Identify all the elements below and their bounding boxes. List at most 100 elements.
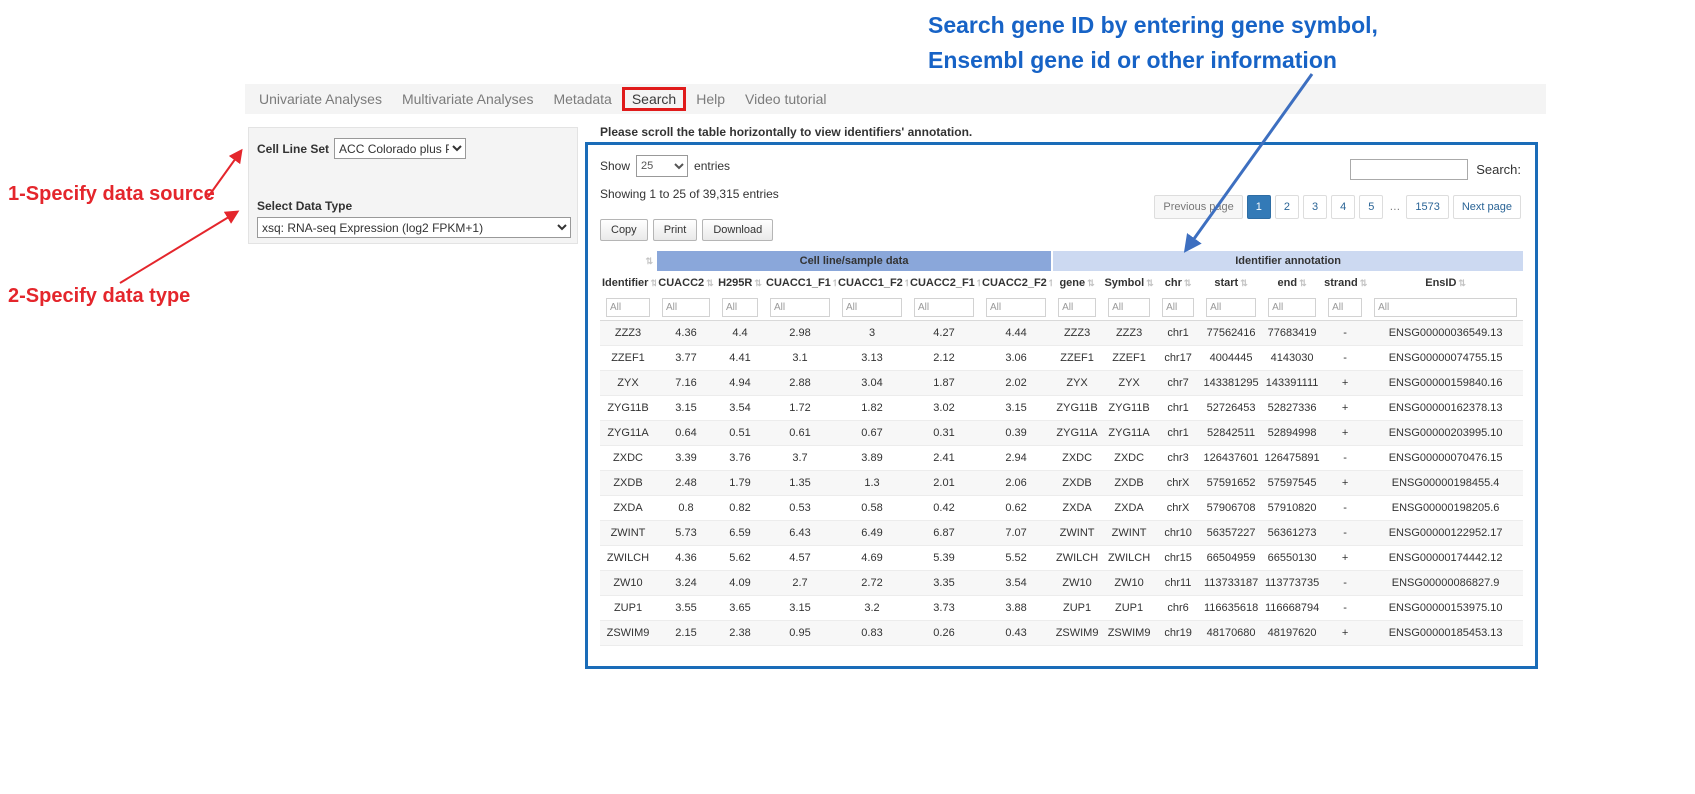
page-button-1573[interactable]: 1573 [1406,195,1448,219]
next-page-button[interactable]: Next page [1453,195,1521,219]
cell: 3.55 [656,596,716,621]
table-row: ZYG11B3.153.541.721.823.023.15ZYG11BZYG1… [600,396,1523,421]
cell: + [1322,371,1368,396]
cell-line-set-select[interactable]: ACC Colorado plus PDX [334,138,466,159]
column-header-start[interactable]: start⇅ [1200,271,1262,295]
column-filter-input-h295r[interactable] [722,298,758,317]
cell: 113773735 [1262,571,1322,596]
search-annotation-line1: Search gene ID by entering gene symbol, [928,8,1488,43]
nav-video-tutorial[interactable]: Video tutorial [735,87,836,111]
column-filter-input-chr[interactable] [1162,298,1194,317]
cell: 66550130 [1262,546,1322,571]
cell: 4.94 [716,371,764,396]
cell: ZZEF1 [1102,346,1156,371]
cell: 2.15 [656,621,716,646]
cell: 3.15 [764,596,836,621]
cell: + [1322,471,1368,496]
column-header-ensid[interactable]: EnsID⇅ [1368,271,1523,295]
cell: chrX [1156,496,1200,521]
cell: 143391111 [1262,371,1322,396]
copy-button[interactable]: Copy [600,219,648,241]
nav-search[interactable]: Search [622,87,686,111]
column-header-cuacc2_f2[interactable]: CUACC2_F2⇅ [980,271,1052,295]
column-header-cuacc2_f1[interactable]: CUACC2_F1⇅ [908,271,980,295]
nav-univariate-analyses[interactable]: Univariate Analyses [249,87,392,111]
sort-icon: ⇅ [833,278,836,288]
cell: ZZEF1 [600,346,656,371]
cell: 2.02 [980,371,1052,396]
previous-page-button[interactable]: Previous page [1154,195,1242,219]
page-button-3[interactable]: 3 [1303,195,1327,219]
cell: chr7 [1156,371,1200,396]
cell: 3.77 [656,346,716,371]
column-header-symbol[interactable]: Symbol⇅ [1102,271,1156,295]
cell: 52827336 [1262,396,1322,421]
page-length-select[interactable]: 25 [636,155,688,177]
column-filter-input-gene[interactable] [1058,298,1096,317]
column-header-strand[interactable]: strand⇅ [1322,271,1368,295]
column-filter-input-strand[interactable] [1328,298,1362,317]
column-filter-input-start[interactable] [1206,298,1256,317]
column-header-chr[interactable]: chr⇅ [1156,271,1200,295]
page-button-4[interactable]: 4 [1331,195,1355,219]
cell: 0.58 [836,496,908,521]
cell: chr11 [1156,571,1200,596]
table-search-input[interactable] [1350,159,1468,180]
data-type-select[interactable]: xsq: RNA-seq Expression (log2 FPKM+1) [257,217,571,238]
cell: ENSG00000086827.9 [1368,571,1523,596]
table-row: ZZZ34.364.42.9834.274.44ZZZ3ZZZ3chr17756… [600,321,1523,346]
cell: 3.89 [836,446,908,471]
page-button-1[interactable]: 1 [1247,195,1271,219]
sort-icon: ⇅ [1360,278,1368,288]
cell: ZSWIM9 [1052,621,1102,646]
group-header-cell-line-data: Cell line/sample data [656,251,1052,271]
cell: - [1322,571,1368,596]
cell: 1.87 [908,371,980,396]
cell: chr3 [1156,446,1200,471]
cell: ZZZ3 [600,321,656,346]
top-navigation: Univariate Analyses Multivariate Analyse… [245,84,1546,114]
cell: 0.61 [764,421,836,446]
nav-multivariate-analyses[interactable]: Multivariate Analyses [392,87,544,111]
column-filter-input-symbol[interactable] [1108,298,1150,317]
column-header-h295r[interactable]: H295R⇅ [716,271,764,295]
cell-line-set-label: Cell Line Set [257,142,329,156]
cell: ZWINT [1052,521,1102,546]
column-header-cuacc1_f2[interactable]: CUACC1_F2⇅ [836,271,908,295]
cell: 4.44 [980,321,1052,346]
cell: ZYG11A [600,421,656,446]
cell: chr15 [1156,546,1200,571]
cell: 4.69 [836,546,908,571]
column-header-gene[interactable]: gene⇅ [1052,271,1102,295]
cell: ENSG00000198205.6 [1368,496,1523,521]
cell: 7.07 [980,521,1052,546]
column-filter-input-cuacc1_f1[interactable] [770,298,830,317]
table-row: ZYX7.164.942.883.041.872.02ZYXZYXchr7143… [600,371,1523,396]
nav-help[interactable]: Help [686,87,735,111]
cell: 3.88 [980,596,1052,621]
column-filter-input-cuacc2_f2[interactable] [986,298,1046,317]
cell: ZYX [600,371,656,396]
column-header-cuacc1_f1[interactable]: CUACC1_F1⇅ [764,271,836,295]
column-filter-input-ensid[interactable] [1374,298,1517,317]
cell: ENSG00000185453.13 [1368,621,1523,646]
column-filter-input-cuacc2_f1[interactable] [914,298,974,317]
column-header-end[interactable]: end⇅ [1262,271,1322,295]
column-filter-input-cuacc2[interactable] [662,298,710,317]
column-header-identifier[interactable]: Identifier⇅ [600,271,656,295]
cell: 116668794 [1262,596,1322,621]
cell: 6.59 [716,521,764,546]
column-header-cuacc2[interactable]: CUACC2⇅ [656,271,716,295]
column-filter-input-cuacc1_f2[interactable] [842,298,902,317]
cell: 0.82 [716,496,764,521]
cell: ENSG00000070476.15 [1368,446,1523,471]
cell: 3.39 [656,446,716,471]
cell: ZWINT [1102,521,1156,546]
page-button-2[interactable]: 2 [1275,195,1299,219]
column-filter-input-identifier[interactable] [606,298,650,317]
nav-metadata[interactable]: Metadata [543,87,621,111]
download-button[interactable]: Download [702,219,773,241]
column-filter-input-end[interactable] [1268,298,1316,317]
page-button-5[interactable]: 5 [1359,195,1383,219]
print-button[interactable]: Print [653,219,698,241]
